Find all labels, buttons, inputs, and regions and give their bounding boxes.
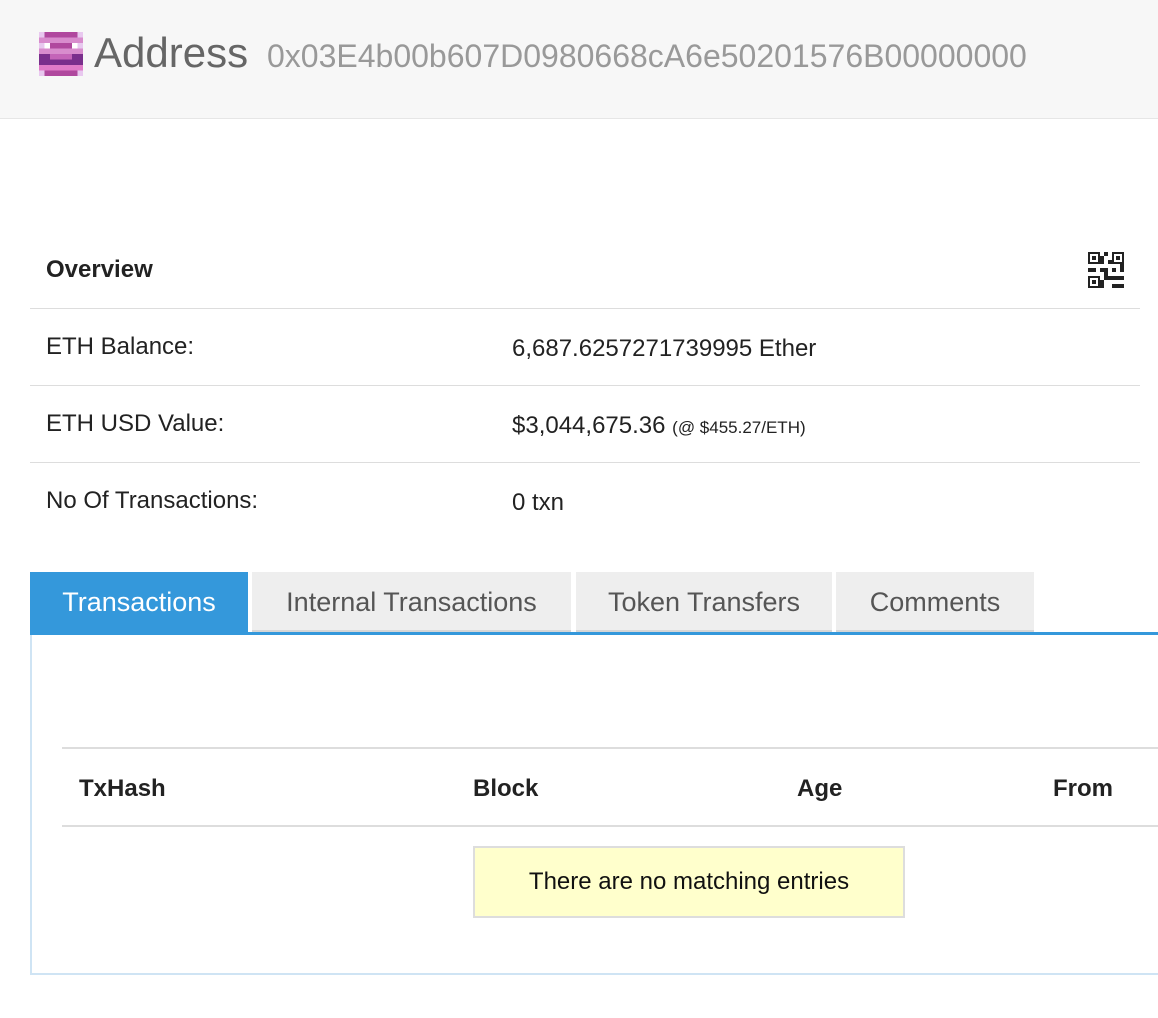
tab-bar: Transactions Internal Transactions Token…	[30, 572, 1158, 635]
eth-price-note: (@ $455.27/ETH)	[672, 418, 806, 437]
table-header: TxHash Block Age From	[62, 749, 1158, 827]
column-header-from[interactable]: From	[1053, 775, 1113, 803]
column-header-block[interactable]: Block	[473, 775, 538, 803]
page-header: Address 0x03E4b00b607D0980668cA6e5020157…	[0, 0, 1158, 119]
overview-header: Overview	[30, 232, 1140, 309]
tab-comments[interactable]: Comments	[836, 572, 1034, 632]
transaction-count-value: 0 txn	[512, 489, 564, 517]
eth-balance-amount: 6,687.6257271739995 Ether	[512, 335, 817, 362]
tab-internal-transactions[interactable]: Internal Transactions	[252, 572, 571, 632]
column-header-txhash[interactable]: TxHash	[79, 775, 166, 803]
transaction-count-row: No Of Transactions: 0 txn	[30, 463, 1140, 539]
transactions-table: TxHash Block Age From	[62, 747, 1158, 827]
tab-transactions[interactable]: Transactions	[30, 572, 248, 632]
eth-usd-value-row: ETH USD Value: $3,044,675.36 (@ $455.27/…	[30, 386, 1140, 463]
eth-balance-value: 6,687.6257271739995 Ether	[512, 335, 816, 363]
eth-balance-row: ETH Balance: 6,687.6257271739995 Ether	[30, 309, 1140, 386]
transactions-panel: TxHash Block Age From There are no match…	[30, 635, 1158, 975]
tab-token-transfers[interactable]: Token Transfers	[576, 572, 832, 632]
overview-title: Overview	[46, 256, 153, 283]
column-header-age[interactable]: Age	[797, 775, 842, 803]
address-hash: 0x03E4b00b607D0980668cA6e50201576B000000…	[267, 38, 1027, 74]
empty-table-message: There are no matching entries	[473, 846, 905, 918]
eth-balance-label: ETH Balance:	[46, 333, 195, 360]
eth-usd-value-label: ETH USD Value:	[46, 410, 225, 437]
overview-panel: Overview ETH Balance: 6,687.625727173999…	[30, 232, 1140, 539]
qr-code-icon[interactable]	[1088, 252, 1124, 288]
eth-usd-value: $3,044,675.36 (@ $455.27/ETH)	[512, 412, 806, 440]
page-title: Address	[94, 29, 249, 76]
transaction-count-label: No Of Transactions:	[46, 487, 259, 514]
eth-usd-amount: $3,044,675.36	[512, 412, 666, 439]
transaction-count-amount: 0 txn	[512, 489, 565, 516]
identicon-avatar-icon	[39, 32, 83, 76]
